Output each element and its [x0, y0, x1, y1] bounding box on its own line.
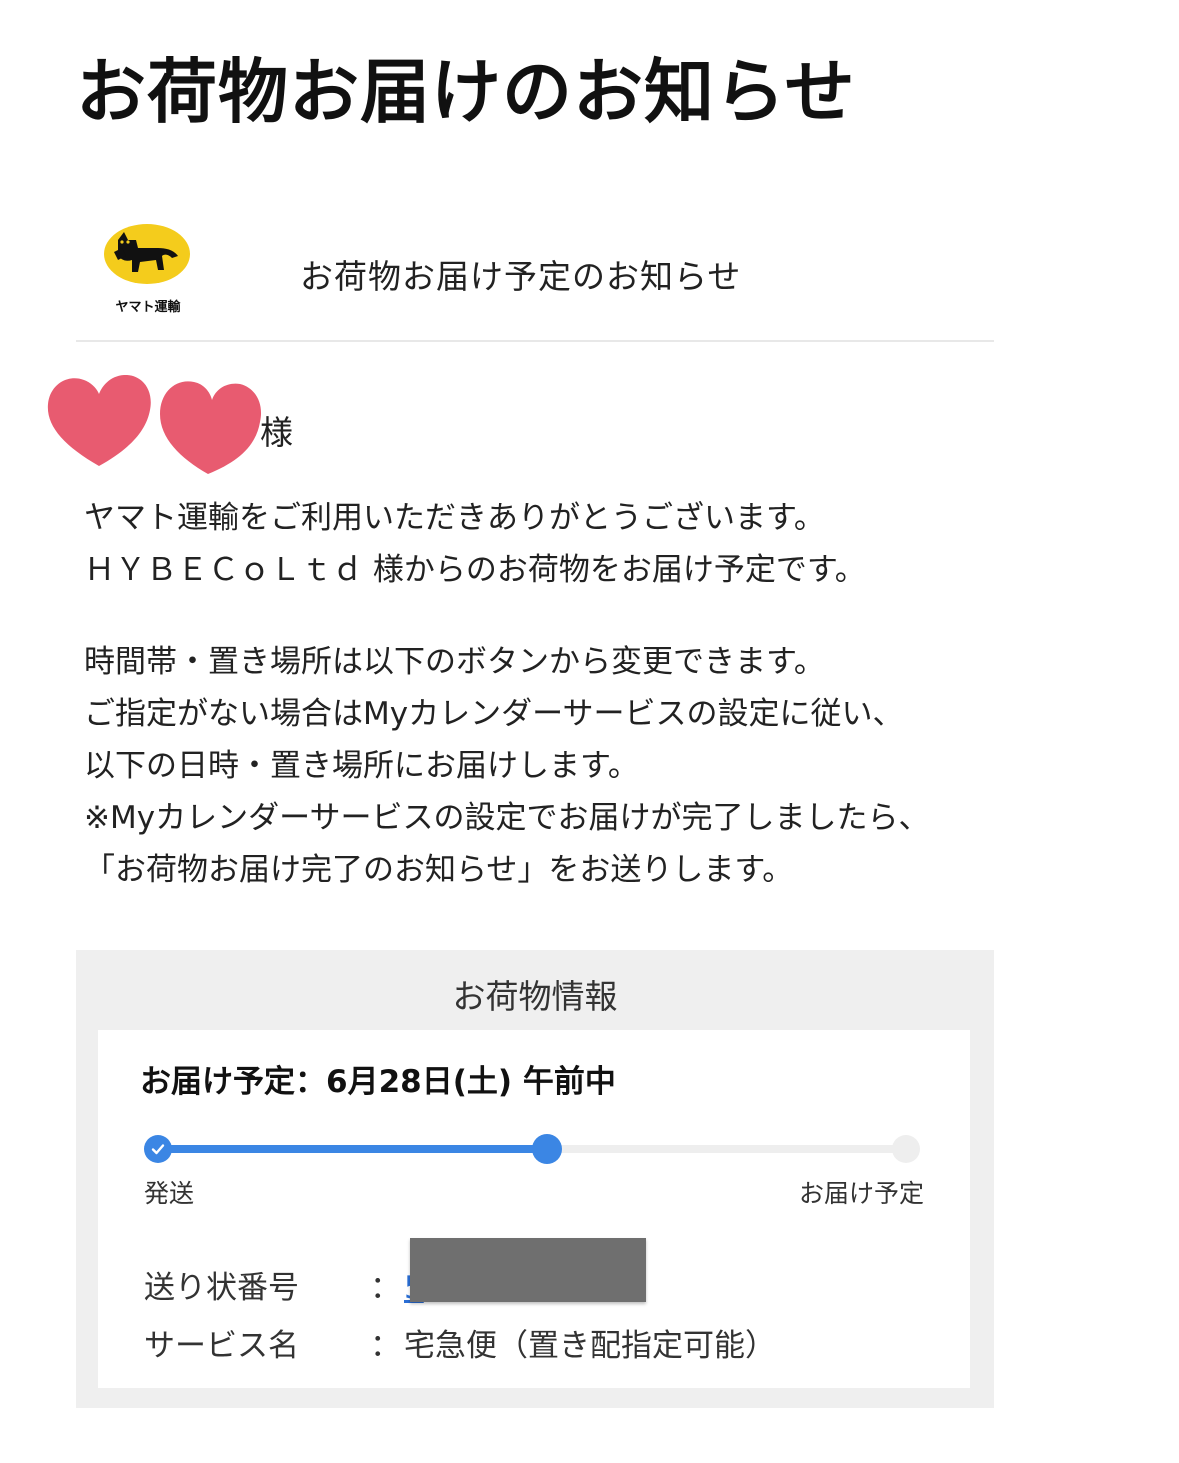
yamato-logo: ヤマト運輸 [100, 224, 192, 316]
colon: ： [370, 1270, 401, 1306]
service-name-row: サービス名 ：宅急便（置き配指定可能） [144, 1320, 776, 1365]
notice-line: 「お荷物お届け完了のお知らせ」をお送りします。 [84, 852, 794, 888]
email-header: ヤマト運輸 お荷物お届け予定のお知らせ [76, 218, 994, 342]
progress-fill [158, 1145, 547, 1153]
notice-paragraph: 時間帯・置き場所は以下のボタンから変更できます。 ご指定がない場合はMyカレンダ… [84, 636, 929, 896]
service-name-label: サービス名 [144, 1328, 299, 1364]
delivery-schedule: お届け予定：6月28日(土) 午前中 [140, 1064, 616, 1100]
colon: ： [370, 1328, 401, 1364]
redaction-block [410, 1238, 646, 1302]
step-label-scheduled: お届け予定 [798, 1179, 924, 1208]
intro-line: ＨＹＢＥＣｏＬｔｄ 様からのお荷物をお届け予定です。 [84, 552, 866, 588]
notice-line: ご指定がない場合はMyカレンダーサービスの設定に従い、 [84, 696, 904, 732]
tracking-number-label: 送り状番号 [144, 1270, 299, 1306]
heart-sticker-icon [160, 381, 262, 474]
intro-paragraph: ヤマト運輸をご利用いただきありがとうございます。 ＨＹＢＥＣｏＬｔｄ 様からのお… [84, 492, 866, 596]
recipient-name: 様 [44, 372, 344, 482]
black-cat-icon [114, 232, 178, 272]
delivery-progress-bar [144, 1134, 924, 1164]
notice-line: 以下の日時・置き場所にお届けします。 [84, 748, 639, 784]
intro-line: ヤマト運輸をご利用いただきありがとうございます。 [84, 500, 825, 536]
service-name-value: 宅急便（置き配指定可能） [404, 1328, 776, 1364]
honorific-sama: 様 [260, 413, 293, 452]
package-info-box: お荷物情報 お届け予定：6月28日(土) 午前中 発送 お届け予定 送り状番号 ：… [76, 950, 994, 1408]
notice-line: ※Myカレンダーサービスの設定でお届けが完了しましたら、 [84, 800, 930, 836]
package-info-heading: お荷物情報 [452, 977, 618, 1016]
header-title: お荷物お届け予定のお知らせ [300, 257, 742, 296]
package-info-card: お届け予定：6月28日(土) 午前中 発送 お届け予定 送り状番号：5 サービス… [98, 1030, 970, 1388]
heart-sticker-icon [47, 374, 151, 466]
page-title: お荷物お届けのお知らせ [76, 51, 856, 133]
progress-current-dot [532, 1134, 562, 1164]
check-icon [151, 1144, 165, 1155]
logo-text: ヤマト運輸 [115, 300, 181, 315]
progress-start-dot [144, 1135, 172, 1163]
step-label-shipped: 発送 [144, 1179, 195, 1208]
progress-end-dot [892, 1135, 920, 1163]
notice-line: 時間帯・置き場所は以下のボタンから変更できます。 [84, 644, 825, 680]
tracking-number-row: 送り状番号：5 [144, 1262, 424, 1307]
